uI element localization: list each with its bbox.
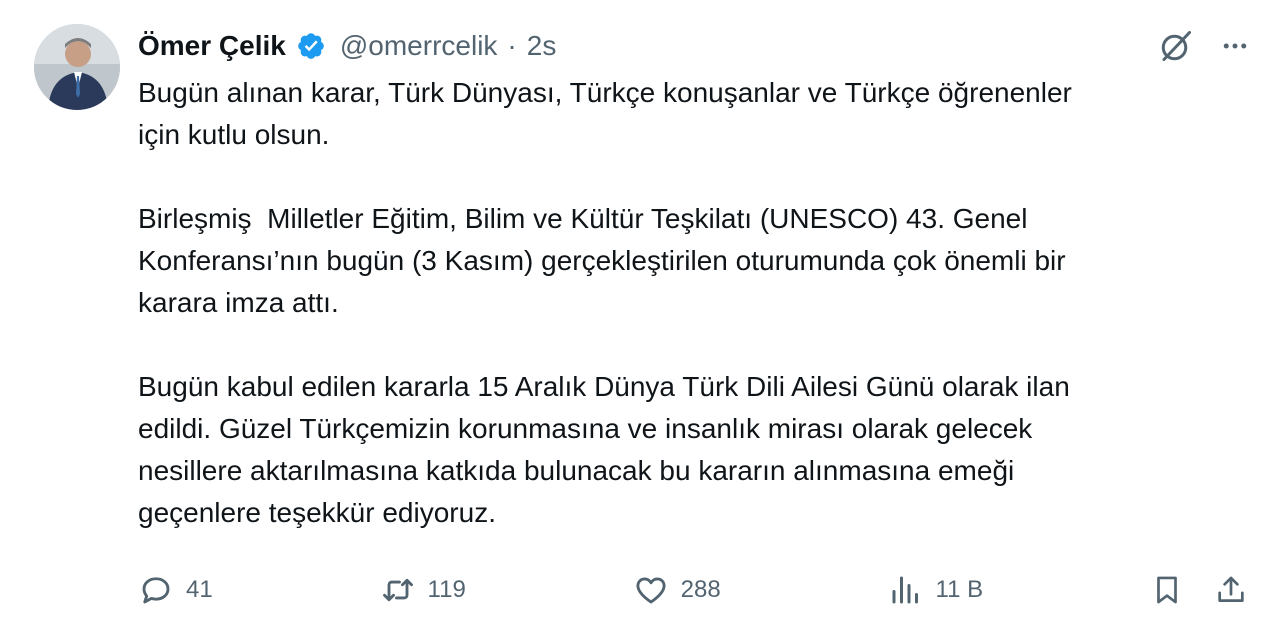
tweet-header: Ömer Çelik @omerrcelik · 2s — [138, 26, 556, 66]
separator-dot: · — [507, 30, 517, 61]
repost-button[interactable]: 119 — [380, 572, 466, 608]
author-name[interactable]: Ömer Çelik — [138, 30, 286, 62]
repost-count: 119 — [427, 576, 466, 603]
avatar-image — [34, 24, 120, 110]
action-bar: 41 119 288 11 B — [138, 568, 1248, 612]
verified-badge-icon — [296, 31, 326, 61]
share-icon[interactable] — [1214, 573, 1248, 607]
repost-icon — [380, 572, 416, 608]
like-count: 288 — [680, 576, 721, 603]
views-icon — [888, 572, 924, 608]
tweet-paragraph-1: Bugün alınan karar, Türk Dünyası, Türkçe… — [138, 77, 1072, 150]
like-button[interactable]: 288 — [633, 572, 721, 608]
heart-icon — [633, 572, 669, 608]
reply-icon — [138, 572, 174, 608]
views-count: 11 B — [935, 576, 984, 603]
reply-count: 41 — [186, 576, 213, 603]
tweet-paragraph-2: Birleşmiş Milletler Eğitim, Bilim ve Kül… — [138, 203, 1066, 318]
author-handle[interactable]: @omerrcelik — [340, 30, 498, 62]
more-icon[interactable] — [1220, 31, 1250, 61]
tweet-timestamp[interactable]: 2s — [527, 30, 557, 62]
tweet: Ömer Çelik @omerrcelik · 2s Bugün alınan… — [0, 0, 1280, 634]
tweet-text: Bugün alınan karar, Türk Dünyası, Türkçe… — [138, 72, 1248, 534]
top-actions — [1158, 28, 1250, 64]
avatar[interactable] — [34, 24, 120, 110]
secondary-actions — [1150, 573, 1248, 607]
views-button[interactable]: 11 B — [888, 572, 984, 608]
reply-button[interactable]: 41 — [138, 572, 213, 608]
tweet-paragraph-3: Bugün kabul edilen kararla 15 Aralık Dün… — [138, 371, 1070, 528]
grok-icon[interactable] — [1158, 28, 1194, 64]
bookmark-icon[interactable] — [1150, 573, 1184, 607]
